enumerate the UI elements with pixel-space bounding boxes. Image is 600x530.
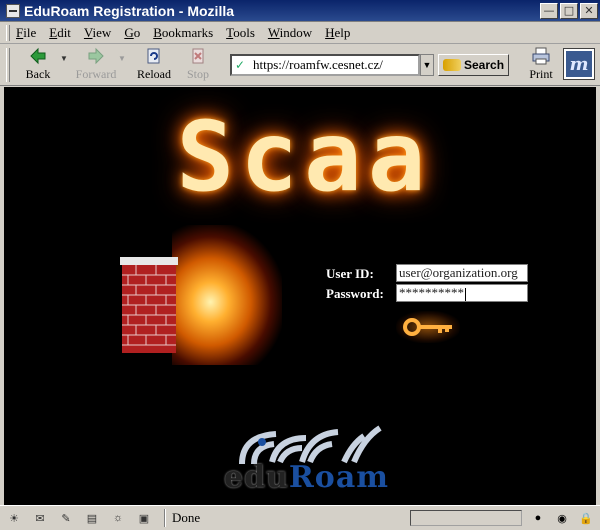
menu-bar: File Edit View Go Bookmarks Tools Window… [0, 22, 600, 44]
window-menu-icon[interactable] [6, 3, 20, 18]
forward-label: Forward [75, 67, 117, 81]
title-bar: EduRoam Registration - Mozilla — □ ✕ [0, 0, 600, 22]
search-icon [443, 58, 461, 71]
userid-value: user@organization.org [399, 265, 518, 280]
reload-icon [144, 47, 164, 65]
forward-dropdown-icon[interactable]: ▼ [118, 54, 128, 63]
menu-tools[interactable]: Tools [226, 25, 255, 41]
back-dropdown-icon[interactable]: ▼ [60, 54, 70, 63]
printer-icon [531, 47, 551, 65]
irc-chat-icon[interactable]: ☼ [110, 511, 126, 525]
eduroam-wordmark: eduRoam [224, 460, 389, 495]
menu-bookmarks[interactable]: Bookmarks [153, 25, 213, 41]
eduroam-logo: eduRoam [214, 422, 394, 495]
search-label: Search [464, 57, 505, 72]
login-key-button[interactable] [396, 311, 460, 343]
site-lock-icon: ✓ [235, 57, 246, 72]
key-icon [403, 318, 452, 336]
back-arrow-icon [28, 47, 48, 65]
stop-button[interactable]: Stop [176, 47, 220, 82]
stop-label: Stop [186, 67, 209, 81]
online-status-icon[interactable]: ● [528, 510, 548, 526]
search-button[interactable]: Search [438, 53, 510, 76]
userid-input[interactable]: user@organization.org [396, 264, 528, 282]
menu-view[interactable]: View [84, 25, 111, 41]
close-button[interactable]: ✕ [580, 2, 598, 19]
firewall-icon [120, 257, 178, 353]
url-text[interactable]: https://roamfw.cesnet.cz/ [253, 57, 383, 73]
url-field[interactable]: ✓ https://roamfw.cesnet.cz/ [230, 53, 420, 76]
menu-file[interactable]: File [16, 25, 36, 41]
scaa-logo: Scaa [176, 101, 432, 213]
composer-icon[interactable]: ✎ [58, 511, 74, 525]
back-button[interactable]: Back [16, 47, 60, 82]
print-label: Print [529, 67, 553, 81]
print-button[interactable]: Print [519, 47, 563, 82]
password-value: ********** [399, 285, 464, 300]
menubar-grip[interactable] [6, 24, 10, 41]
menu-window[interactable]: Window [268, 25, 312, 41]
stop-icon [188, 47, 208, 65]
security-lock-icon[interactable]: 🔒 [576, 510, 596, 526]
status-bar: ☀ ✉ ✎ ▤ ☼ ▣ Done ● ◉ 🔒 [0, 505, 600, 530]
progress-bar [410, 510, 522, 526]
menu-edit[interactable]: Edit [49, 25, 71, 41]
maximize-button[interactable]: □ [560, 2, 578, 19]
reload-button[interactable]: Reload [132, 47, 176, 82]
forward-arrow-icon [86, 47, 106, 65]
userid-label: User ID: [326, 266, 374, 281]
status-text: Done [172, 510, 201, 525]
reload-label: Reload [137, 67, 171, 81]
back-label: Back [25, 67, 51, 81]
mozilla-throbber-icon[interactable]: m [563, 48, 595, 80]
navigator-icon[interactable]: ☀ [6, 511, 22, 525]
privacy-icon[interactable]: ◉ [552, 510, 572, 526]
minimize-button[interactable]: — [540, 2, 558, 19]
password-input[interactable]: ********** [396, 284, 528, 302]
address-book-icon[interactable]: ▤ [84, 511, 100, 525]
forward-button[interactable]: Forward [74, 47, 118, 82]
window-title: EduRoam Registration - Mozilla [24, 2, 235, 19]
menu-go[interactable]: Go [124, 25, 140, 41]
flames-image [172, 225, 282, 365]
bookmarks-icon[interactable]: ▣ [136, 511, 152, 525]
mail-icon[interactable]: ✉ [32, 511, 48, 525]
page-content: Scaa User ID: user@organization.org Pass… [4, 87, 596, 505]
toolbar-grip[interactable] [6, 47, 10, 82]
navigation-toolbar: Back ▼ Forward ▼ Reload Stop ✓ https://r… [0, 44, 600, 86]
url-dropdown-button[interactable]: ▼ [420, 53, 434, 76]
menu-help[interactable]: Help [325, 25, 350, 41]
password-label: Password: [326, 286, 384, 301]
